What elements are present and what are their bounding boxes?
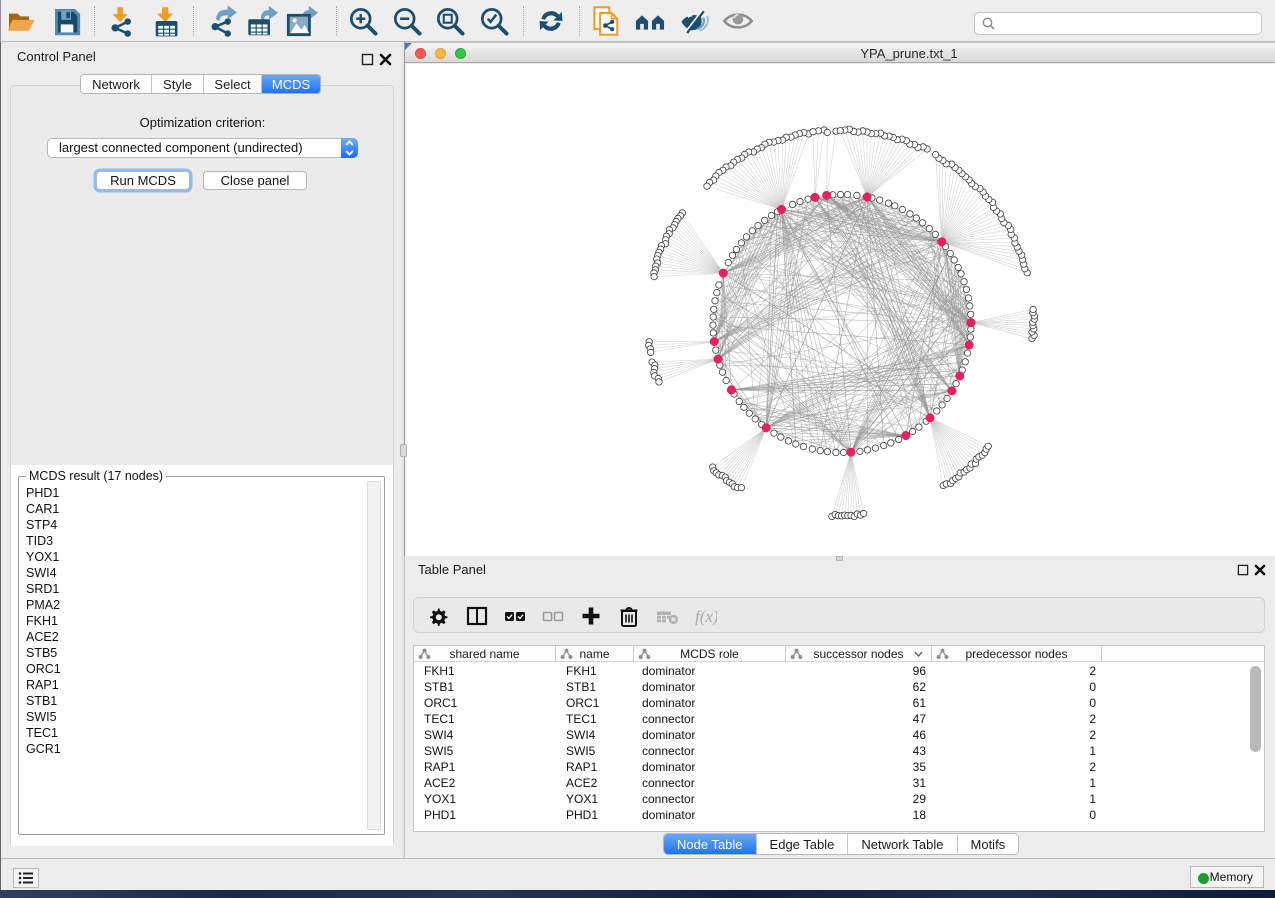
svg-text:f(x): f(x) <box>695 607 717 626</box>
